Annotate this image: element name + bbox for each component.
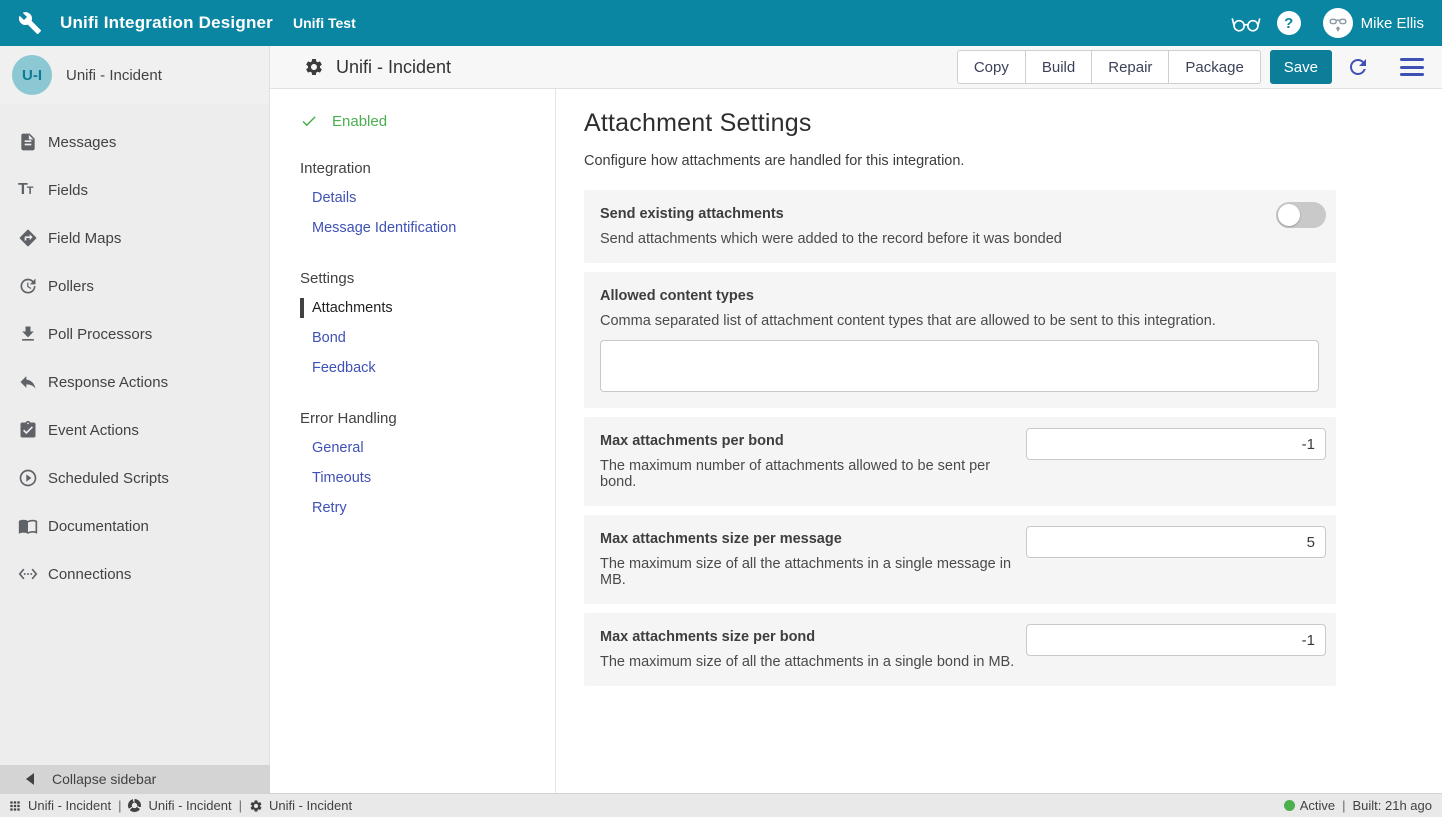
refresh-icon[interactable]: [1346, 55, 1370, 79]
wrench-icon: [18, 11, 42, 35]
section-title: Attachment Settings: [584, 109, 1442, 138]
nav-link-general[interactable]: General: [300, 433, 555, 463]
document-icon: [18, 132, 38, 152]
nav-link-attachments[interactable]: Attachments: [300, 293, 555, 323]
status-bar: Unifi - Incident | Unifi - Incident | Un…: [0, 793, 1442, 817]
collapse-arrow-icon: [26, 773, 34, 785]
statusbar-crumb-app[interactable]: Unifi - Incident: [8, 798, 111, 813]
sidebar-menu: Messages TT Fields Field Maps Pollers Po…: [0, 118, 269, 598]
reply-icon: [18, 372, 38, 392]
sidebar-item-documentation[interactable]: Documentation: [0, 502, 269, 550]
nav-link-details[interactable]: Details: [300, 183, 555, 213]
download-icon: [18, 324, 38, 344]
sidebar-item-messages[interactable]: Messages: [0, 118, 269, 166]
sidebar: U-I Unifi - Incident Messages TT Fields …: [0, 46, 270, 793]
help-icon[interactable]: ?: [1277, 11, 1301, 35]
page-title: Unifi - Incident: [336, 57, 451, 78]
setting-max-attachments-size-per-message: Max attachments size per message The max…: [584, 515, 1336, 604]
nav-link-retry[interactable]: Retry: [300, 493, 555, 523]
nav-section-settings: Settings Attachments Bond Feedback: [300, 265, 555, 383]
glasses-icon[interactable]: [1229, 6, 1263, 40]
package-button[interactable]: Package: [1168, 50, 1260, 84]
action-button-group: Copy Build Repair Package: [957, 50, 1261, 84]
app-title: Unifi Integration Designer: [60, 13, 273, 33]
repair-button[interactable]: Repair: [1091, 50, 1169, 84]
nav-section-title: Error Handling: [300, 405, 555, 433]
nav-section-title: Integration: [300, 155, 555, 183]
gear-icon: [249, 799, 263, 813]
copy-button[interactable]: Copy: [957, 50, 1026, 84]
segmented-circle-icon: [128, 799, 142, 813]
sidebar-item-response-actions[interactable]: Response Actions: [0, 358, 269, 406]
sidebar-item-fields[interactable]: TT Fields: [0, 166, 269, 214]
update-icon: [18, 276, 38, 296]
sidebar-item-field-maps[interactable]: Field Maps: [0, 214, 269, 262]
allowed-content-types-input[interactable]: [600, 340, 1319, 392]
max-attachments-per-bond-input[interactable]: [1026, 428, 1326, 460]
ethernet-icon: [18, 564, 38, 584]
enabled-status[interactable]: Enabled: [300, 109, 555, 133]
statusbar-crumb-integration[interactable]: Unifi - Incident: [128, 798, 231, 813]
collapse-sidebar-button[interactable]: Collapse sidebar: [0, 765, 270, 793]
clipboard-check-icon: [18, 420, 38, 440]
sidebar-item-scheduled-scripts[interactable]: Scheduled Scripts: [0, 454, 269, 502]
grid-icon: [8, 799, 22, 813]
enabled-label: Enabled: [332, 113, 387, 130]
save-button[interactable]: Save: [1270, 50, 1332, 84]
page-header: Unifi - Incident Copy Build Repair Packa…: [270, 46, 1442, 89]
nav-section-integration: Integration Details Message Identificati…: [300, 155, 555, 243]
gear-icon: [304, 57, 324, 77]
send-existing-attachments-toggle[interactable]: [1276, 202, 1326, 228]
sidebar-item-connections[interactable]: Connections: [0, 550, 269, 598]
user-avatar[interactable]: [1323, 8, 1353, 38]
max-attachments-size-per-bond-input[interactable]: [1026, 624, 1326, 656]
built-label: Built: 21h ago: [1352, 798, 1432, 813]
build-button[interactable]: Build: [1025, 50, 1092, 84]
environment-name[interactable]: Unifi Test: [293, 15, 356, 31]
main-content: Attachment Settings Configure how attach…: [556, 89, 1442, 793]
text-fields-icon: TT: [18, 180, 38, 200]
setting-max-attachments-size-per-bond: Max attachments size per bond The maximu…: [584, 613, 1336, 686]
nav-section-error-handling: Error Handling General Timeouts Retry: [300, 405, 555, 523]
setting-send-existing-attachments: Send existing attachments Send attachmen…: [584, 190, 1336, 263]
max-attachments-size-per-message-input[interactable]: [1026, 526, 1326, 558]
nav-link-bond[interactable]: Bond: [300, 323, 555, 353]
menu-icon[interactable]: [1400, 58, 1424, 76]
setting-max-attachments-per-bond: Max attachments per bond The maximum num…: [584, 417, 1336, 506]
book-icon: [18, 516, 38, 536]
active-status-icon: [1284, 800, 1295, 811]
play-circle-icon: [18, 468, 38, 488]
statusbar-crumb-settings[interactable]: Unifi - Incident: [249, 798, 352, 813]
nav-link-message-identification[interactable]: Message Identification: [300, 213, 555, 243]
active-status-label: Active: [1300, 798, 1335, 813]
sidebar-header[interactable]: U-I Unifi - Incident: [0, 46, 269, 104]
integration-name: Unifi - Incident: [66, 67, 162, 84]
sidebar-item-event-actions[interactable]: Event Actions: [0, 406, 269, 454]
sidebar-item-pollers[interactable]: Pollers: [0, 262, 269, 310]
setting-allowed-content-types: Allowed content types Comma separated li…: [584, 272, 1336, 408]
user-name[interactable]: Mike Ellis: [1361, 15, 1424, 32]
check-icon: [300, 112, 318, 130]
integration-avatar: U-I: [12, 55, 52, 95]
sidebar-item-poll-processors[interactable]: Poll Processors: [0, 310, 269, 358]
nav-section-title: Settings: [300, 265, 555, 293]
nav-link-feedback[interactable]: Feedback: [300, 353, 555, 383]
nav-link-timeouts[interactable]: Timeouts: [300, 463, 555, 493]
section-subtitle: Configure how attachments are handled fo…: [584, 153, 1442, 169]
directions-icon: [18, 228, 38, 248]
settings-nav: Enabled Integration Details Message Iden…: [270, 89, 556, 793]
top-bar: Unifi Integration Designer Unifi Test ? …: [0, 0, 1442, 46]
